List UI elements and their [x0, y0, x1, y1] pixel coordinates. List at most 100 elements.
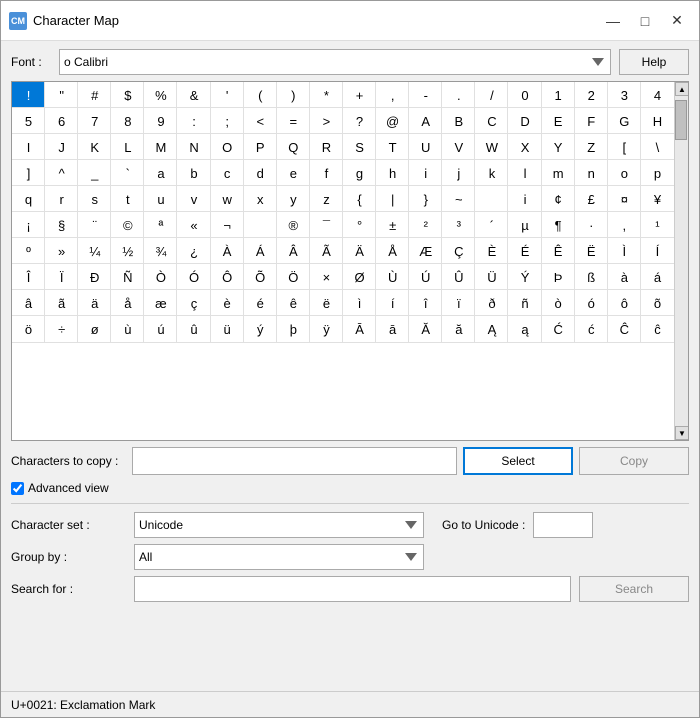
char-cell[interactable]: ª	[144, 212, 177, 238]
char-cell[interactable]: ú	[144, 316, 177, 342]
char-cell[interactable]: %	[144, 82, 177, 108]
char-cell[interactable]: È	[475, 238, 508, 264]
char-cell[interactable]: ê	[277, 290, 310, 316]
char-cell[interactable]: K	[78, 134, 111, 160]
char-cell[interactable]: S	[343, 134, 376, 160]
char-cell[interactable]: ï	[442, 290, 475, 316]
char-cell[interactable]: L	[111, 134, 144, 160]
char-cell[interactable]: Á	[244, 238, 277, 264]
char-cell[interactable]: É	[508, 238, 541, 264]
char-cell[interactable]: «	[177, 212, 210, 238]
char-cell[interactable]: ½	[111, 238, 144, 264]
char-cell[interactable]: 0	[508, 82, 541, 108]
char-cell[interactable]: Í	[641, 238, 674, 264]
char-cell[interactable]: $	[111, 82, 144, 108]
char-cell[interactable]: Ý	[508, 264, 541, 290]
char-cell[interactable]: p	[641, 160, 674, 186]
char-cell[interactable]: k	[475, 160, 508, 186]
char-cell[interactable]: ¾	[144, 238, 177, 264]
char-cell[interactable]: ~	[442, 186, 475, 212]
char-cell[interactable]: m	[542, 160, 575, 186]
char-cell[interactable]: ù	[111, 316, 144, 342]
char-cell[interactable]: ±	[376, 212, 409, 238]
char-cell[interactable]: *	[310, 82, 343, 108]
char-cell[interactable]: {	[343, 186, 376, 212]
char-cell[interactable]: ü	[211, 316, 244, 342]
char-cell[interactable]: F	[575, 108, 608, 134]
char-cell[interactable]: Ă	[409, 316, 442, 342]
char-cell[interactable]: ò	[542, 290, 575, 316]
char-cell[interactable]: ?	[343, 108, 376, 134]
char-cell[interactable]: Ë	[575, 238, 608, 264]
char-cell[interactable]: Æ	[409, 238, 442, 264]
char-cell[interactable]: ÿ	[310, 316, 343, 342]
char-cell[interactable]: v	[177, 186, 210, 212]
char-cell[interactable]: I	[12, 134, 45, 160]
char-cell[interactable]: T	[376, 134, 409, 160]
char-cell[interactable]: Ù	[376, 264, 409, 290]
close-button[interactable]: ✕	[663, 9, 691, 33]
char-cell[interactable]: 3	[608, 82, 641, 108]
char-cell[interactable]: ¼	[78, 238, 111, 264]
char-cell[interactable]: Ç	[442, 238, 475, 264]
char-cell[interactable]: ´	[475, 212, 508, 238]
char-cell[interactable]: P	[244, 134, 277, 160]
char-cell[interactable]: l	[508, 160, 541, 186]
char-cell[interactable]: s	[78, 186, 111, 212]
char-cell[interactable]: ć	[575, 316, 608, 342]
char-cell[interactable]: Õ	[244, 264, 277, 290]
char-cell[interactable]: Ú	[409, 264, 442, 290]
char-cell[interactable]: "	[45, 82, 78, 108]
char-cell[interactable]: ç	[177, 290, 210, 316]
char-cell[interactable]: _	[78, 160, 111, 186]
char-cell[interactable]: \	[641, 134, 674, 160]
char-cell[interactable]: ý	[244, 316, 277, 342]
char-cell[interactable]: ă	[442, 316, 475, 342]
char-cell[interactable]: §	[45, 212, 78, 238]
char-cell[interactable]: Ĉ	[608, 316, 641, 342]
char-cell[interactable]: g	[343, 160, 376, 186]
char-cell[interactable]: J	[45, 134, 78, 160]
char-cell[interactable]: Ï	[45, 264, 78, 290]
char-cell[interactable]: ā	[376, 316, 409, 342]
char-cell[interactable]: }	[409, 186, 442, 212]
char-cell[interactable]: `	[111, 160, 144, 186]
char-cell[interactable]: ¨	[78, 212, 111, 238]
char-cell[interactable]: G	[608, 108, 641, 134]
char-cell[interactable]: Â	[277, 238, 310, 264]
char-cell[interactable]: æ	[144, 290, 177, 316]
scroll-thumb[interactable]	[675, 100, 687, 140]
char-cell[interactable]: u	[144, 186, 177, 212]
char-cell[interactable]: y	[277, 186, 310, 212]
char-cell[interactable]: ®	[277, 212, 310, 238]
char-cell[interactable]: x	[244, 186, 277, 212]
char-cell[interactable]: ã	[45, 290, 78, 316]
char-cell[interactable]	[475, 186, 508, 212]
char-cell[interactable]: V	[442, 134, 475, 160]
char-cell[interactable]: â	[12, 290, 45, 316]
char-cell[interactable]: Ô	[211, 264, 244, 290]
char-cell[interactable]: Ą	[475, 316, 508, 342]
char-cell[interactable]: 5	[12, 108, 45, 134]
char-cell[interactable]: ß	[575, 264, 608, 290]
char-cell[interactable]: Ì	[608, 238, 641, 264]
char-cell[interactable]: @	[376, 108, 409, 134]
char-cell[interactable]: í	[376, 290, 409, 316]
char-cell[interactable]: Ü	[475, 264, 508, 290]
char-cell[interactable]: £	[575, 186, 608, 212]
char-cell[interactable]: Ñ	[111, 264, 144, 290]
char-cell[interactable]: f	[310, 160, 343, 186]
goto-unicode-input[interactable]	[533, 512, 593, 538]
char-cell[interactable]: 4	[641, 82, 674, 108]
char-cell[interactable]: Å	[376, 238, 409, 264]
char-cell[interactable]: À	[211, 238, 244, 264]
char-cell[interactable]: U	[409, 134, 442, 160]
char-cell[interactable]: ³	[442, 212, 475, 238]
char-cell[interactable]: <	[244, 108, 277, 134]
char-cell[interactable]: 9	[144, 108, 177, 134]
advanced-view-checkbox[interactable]	[11, 482, 24, 495]
maximize-button[interactable]: □	[631, 9, 659, 33]
char-cell[interactable]: Ò	[144, 264, 177, 290]
char-cell[interactable]: Ä	[343, 238, 376, 264]
char-cell[interactable]: A	[409, 108, 442, 134]
